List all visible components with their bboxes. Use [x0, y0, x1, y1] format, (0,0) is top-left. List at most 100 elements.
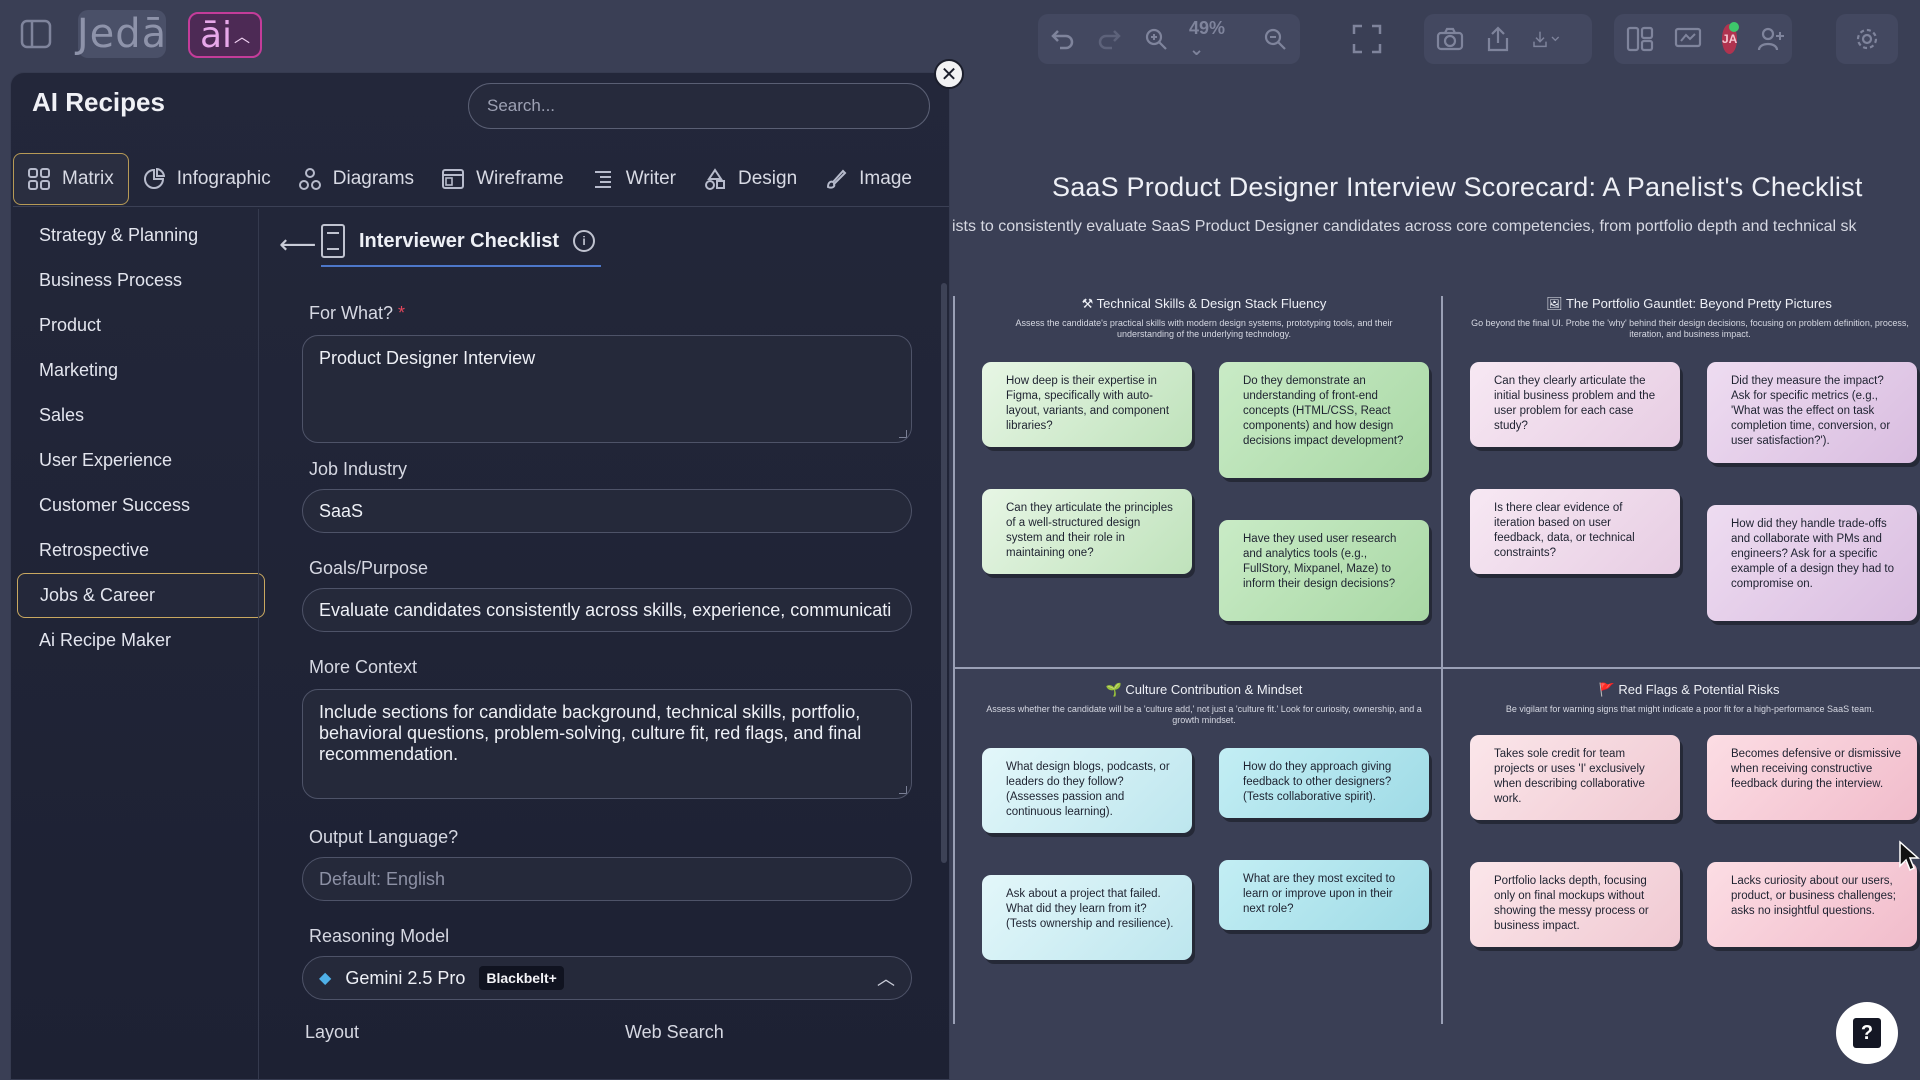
resize-handle[interactable] — [899, 786, 907, 794]
sticky-note[interactable]: Can they articulate the principles of a … — [982, 489, 1192, 574]
sticky-note[interactable]: How do they approach giving feedback to … — [1219, 748, 1429, 818]
web-search-label: Web Search — [625, 1022, 724, 1042]
category-strategy-planning[interactable]: Strategy & Planning — [23, 213, 259, 258]
category-user-experience[interactable]: User Experience — [23, 438, 259, 483]
zoom-level-dropdown[interactable]: 49% ⌄ — [1189, 18, 1242, 60]
user-avatar[interactable]: JA — [1722, 22, 1740, 54]
download-icon[interactable] — [1532, 25, 1560, 53]
sticky-note[interactable]: Becomes defensive or dismissive when rec… — [1707, 735, 1917, 820]
search-input[interactable]: Search... — [468, 83, 930, 129]
model-value: Gemini 2.5 Pro — [345, 967, 466, 988]
quadrant-heading: ⚒ Technical Skills & Design Stack Fluenc… — [1081, 296, 1327, 311]
settings-group — [1836, 14, 1898, 64]
matrix-left-border — [953, 296, 955, 1024]
category-jobs-career[interactable]: Jobs & Career — [17, 573, 265, 618]
category-list: Strategy & Planning Business Process Pro… — [17, 213, 265, 663]
fit-screen-icon[interactable] — [1352, 24, 1382, 54]
writer-icon — [592, 167, 616, 191]
sticky-note[interactable]: Did they measure the impact? Ask for spe… — [1707, 362, 1917, 463]
resize-handle[interactable] — [899, 430, 907, 438]
sticky-note[interactable]: Have they used user research and analyti… — [1219, 520, 1429, 621]
sticky-note[interactable]: Lacks curiosity about our users, product… — [1707, 862, 1917, 947]
help-icon: ? — [1853, 1018, 1881, 1048]
tab-image[interactable]: Image — [811, 153, 926, 205]
upload-icon[interactable] — [1484, 25, 1512, 53]
reasoning-model-select[interactable]: ◆ Gemini 2.5 Pro Blackbelt+ ︿ — [302, 956, 912, 1000]
form-scrollbar[interactable] — [941, 283, 947, 863]
quadrant-heading: 🖼 The Portfolio Gauntlet: Beyond Pretty … — [1546, 296, 1832, 311]
avatar-initials: JA — [1722, 32, 1738, 46]
tab-diagrams[interactable]: Diagrams — [285, 153, 428, 205]
redo-icon[interactable] — [1096, 25, 1122, 53]
zoom-out-icon[interactable] — [1262, 25, 1288, 53]
quadrant-description: Go beyond the final UI. Probe the 'why' … — [1471, 318, 1909, 339]
sticky-note[interactable]: Can they clearly articulate the initial … — [1470, 362, 1680, 447]
category-retrospective[interactable]: Retrospective — [23, 528, 259, 573]
for-what-field[interactable]: Product Designer Interview — [302, 335, 912, 443]
sidebar-toggle-icon[interactable] — [16, 14, 56, 54]
recipe-type-tabs: Matrix Infographic Diagrams Wireframe Wr… — [13, 151, 949, 207]
sticky-note[interactable]: Takes sole credit for team projects or u… — [1470, 735, 1680, 820]
tab-writer[interactable]: Writer — [578, 153, 690, 205]
layout-panels-icon[interactable] — [1626, 25, 1654, 53]
matrix-horizontal-divider — [953, 667, 1920, 669]
more-context-label: More Context — [309, 657, 418, 677]
sticky-note[interactable]: What design blogs, podcasts, or leaders … — [982, 748, 1192, 833]
image-brush-icon — [825, 167, 849, 191]
sticky-note[interactable]: Do they demonstrate an understanding of … — [1219, 362, 1429, 478]
presentation-icon[interactable] — [1674, 25, 1702, 53]
goals-field[interactable]: Evaluate candidates consistently across … — [302, 588, 912, 632]
output-language-label: Output Language? — [309, 827, 459, 847]
sticky-note[interactable]: How did they handle trade-offs and colla… — [1707, 505, 1917, 621]
online-status-dot — [1729, 22, 1740, 32]
tab-wireframe[interactable]: Wireframe — [428, 153, 578, 205]
quadrant-heading: 🌱 Culture Contribution & Mindset — [1105, 682, 1303, 697]
ai-label: āi — [199, 14, 233, 56]
output-language-field[interactable]: Default: English — [302, 857, 912, 901]
category-sales[interactable]: Sales — [23, 393, 259, 438]
canvas-subtitle: ists to consistently evaluate SaaS Produ… — [952, 218, 1857, 235]
zoom-in-icon[interactable] — [1143, 25, 1169, 53]
tab-label: Wireframe — [476, 167, 564, 189]
layout-label: Layout — [305, 1022, 360, 1042]
more-context-field[interactable]: Include sections for candidate backgroun… — [302, 689, 912, 799]
sticky-note[interactable]: What are they most excited to learn or i… — [1219, 860, 1429, 930]
tab-label: Infographic — [176, 167, 271, 189]
canvas-title: SaaS Product Designer Interview Scorecar… — [1052, 172, 1863, 202]
info-icon[interactable]: i — [573, 230, 596, 252]
category-product[interactable]: Product — [23, 303, 259, 348]
diamond-icon: ◆ — [319, 970, 332, 987]
add-user-icon[interactable] — [1757, 25, 1785, 53]
search-placeholder: Search... — [487, 96, 556, 115]
panel-title: AI Recipes — [32, 87, 165, 117]
category-ai-recipe-maker[interactable]: Ai Recipe Maker — [23, 618, 259, 663]
undo-icon[interactable] — [1050, 25, 1076, 53]
close-panel-button[interactable]: ✕ — [934, 59, 964, 89]
sticky-note[interactable]: Ask about a project that failed. What di… — [982, 875, 1192, 960]
category-customer-success[interactable]: Customer Success — [23, 483, 259, 528]
sticky-note[interactable]: How deep is their expertise in Figma, sp… — [982, 362, 1192, 447]
for-what-label: For What? * — [309, 303, 406, 323]
tab-label: Image — [859, 167, 912, 189]
category-marketing[interactable]: Marketing — [23, 348, 259, 393]
app-logo[interactable]: Jedā — [77, 10, 166, 58]
goals-value: Evaluate candidates consistently across … — [319, 599, 892, 620]
gear-icon[interactable] — [1853, 25, 1881, 53]
category-business-process[interactable]: Business Process — [23, 258, 259, 303]
tab-infographic[interactable]: Infographic — [129, 153, 285, 205]
quadrant-heading: 🚩 Red Flags & Potential Risks — [1598, 682, 1780, 697]
checklist-doc-icon — [321, 224, 345, 258]
sticky-note[interactable]: Is there clear evidence of iteration bas… — [1470, 489, 1680, 574]
ai-recipes-toggle-button[interactable]: āi ︿ — [188, 12, 262, 58]
tab-matrix[interactable]: Matrix — [13, 152, 129, 205]
sticky-note[interactable]: Portfolio lacks depth, focusing only on … — [1470, 862, 1680, 947]
back-arrow-icon[interactable]: ⟵ — [279, 229, 316, 260]
help-button[interactable]: ? — [1836, 1002, 1898, 1064]
history-zoom-group: 49% ⌄ — [1038, 14, 1300, 64]
tab-design[interactable]: Design — [690, 153, 811, 205]
for-what-value: Product Designer Interview — [319, 348, 536, 368]
job-industry-field[interactable]: SaaS — [302, 489, 912, 533]
required-marker: * — [398, 303, 406, 323]
matrix-center-divider — [1441, 296, 1443, 1024]
camera-icon[interactable] — [1436, 25, 1464, 53]
